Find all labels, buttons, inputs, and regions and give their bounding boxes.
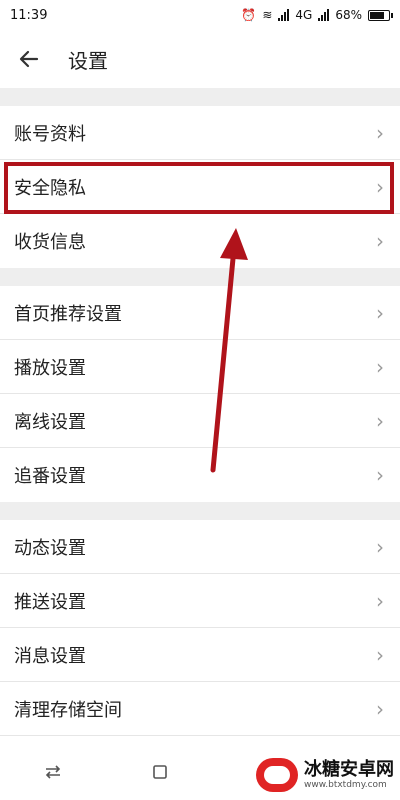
signal-icon-2	[318, 9, 330, 21]
item-label: 离线设置	[14, 411, 86, 433]
item-label: 安全隐私	[14, 177, 86, 199]
battery-fill	[370, 11, 384, 19]
settings-item-account-profile[interactable]: 账号资料 ›	[0, 106, 400, 160]
alarm-icon: ⏰	[241, 8, 257, 22]
network-type: 4G	[295, 8, 313, 22]
item-label: 首页推荐设置	[14, 303, 122, 325]
settings-item-follow-series[interactable]: 追番设置 ›	[0, 448, 400, 502]
watermark-logo-icon	[256, 758, 298, 792]
settings-item-security-privacy[interactable]: 安全隐私 ›	[0, 160, 400, 214]
chevron-right-icon: ›	[376, 696, 384, 721]
settings-item-push[interactable]: 推送设置 ›	[0, 574, 400, 628]
item-label: 动态设置	[14, 537, 86, 559]
settings-item-clear-storage[interactable]: 清理存储空间 ›	[0, 682, 400, 736]
signal-icon	[278, 9, 290, 21]
settings-item-offline[interactable]: 离线设置 ›	[0, 394, 400, 448]
watermark-url: www.btxtdmy.com	[304, 779, 387, 790]
chevron-right-icon: ›	[376, 463, 384, 487]
group-divider	[0, 502, 400, 520]
chevron-right-icon: ›	[376, 534, 384, 559]
chevron-right-icon: ›	[376, 300, 384, 325]
item-label: 播放设置	[14, 357, 86, 379]
item-label: 推送设置	[14, 591, 86, 613]
item-label: 清理存储空间	[14, 699, 122, 721]
back-button[interactable]	[0, 30, 58, 88]
status-icons: ⏰ ≋ 4G 68%	[241, 8, 393, 22]
settings-item-dynamic[interactable]: 动态设置 ›	[0, 520, 400, 574]
chevron-right-icon: ›	[376, 354, 384, 379]
chevron-right-icon: ›	[376, 642, 384, 667]
wifi-icon: ≋	[262, 8, 273, 22]
switch-button[interactable]	[33, 752, 73, 792]
watermark: 冰糖安卓网 www.btxtdmy.com	[256, 758, 394, 792]
settings-item-shipping-info[interactable]: 收货信息 ›	[0, 214, 400, 268]
battery-percent: 68%	[335, 8, 362, 22]
status-bar: 11:39 ⏰ ≋ 4G 68%	[0, 0, 400, 30]
page-title: 设置	[68, 48, 108, 73]
watermark-title: 冰糖安卓网	[304, 758, 394, 780]
chevron-right-icon: ›	[376, 229, 384, 253]
chevron-right-icon: ›	[376, 588, 384, 613]
group-divider	[0, 268, 400, 286]
chevron-right-icon: ›	[376, 174, 384, 199]
recent-apps-button[interactable]	[140, 752, 180, 792]
watermark-text: 冰糖安卓网 www.btxtdmy.com	[304, 758, 394, 790]
status-time: 11:39	[10, 7, 48, 23]
app-header: 设置	[0, 30, 400, 88]
item-label: 账号资料	[14, 123, 86, 145]
item-label: 追番设置	[14, 466, 86, 487]
settings-list: 账号资料 › 安全隐私 › 收货信息 › 首页推荐设置 › 播放设置 › 离线设…	[0, 88, 400, 736]
switch-icon	[46, 765, 61, 779]
item-label: 消息设置	[14, 645, 86, 667]
settings-item-playback[interactable]: 播放设置 ›	[0, 340, 400, 394]
settings-item-message[interactable]: 消息设置 ›	[0, 628, 400, 682]
arrow-left-icon	[19, 50, 39, 68]
battery-icon	[368, 9, 393, 21]
recent-apps-icon	[153, 765, 167, 779]
group-divider	[0, 88, 400, 106]
settings-item-home-recommend[interactable]: 首页推荐设置 ›	[0, 286, 400, 340]
chevron-right-icon: ›	[376, 120, 384, 145]
item-label: 收货信息	[14, 232, 86, 253]
chevron-right-icon: ›	[376, 408, 384, 433]
